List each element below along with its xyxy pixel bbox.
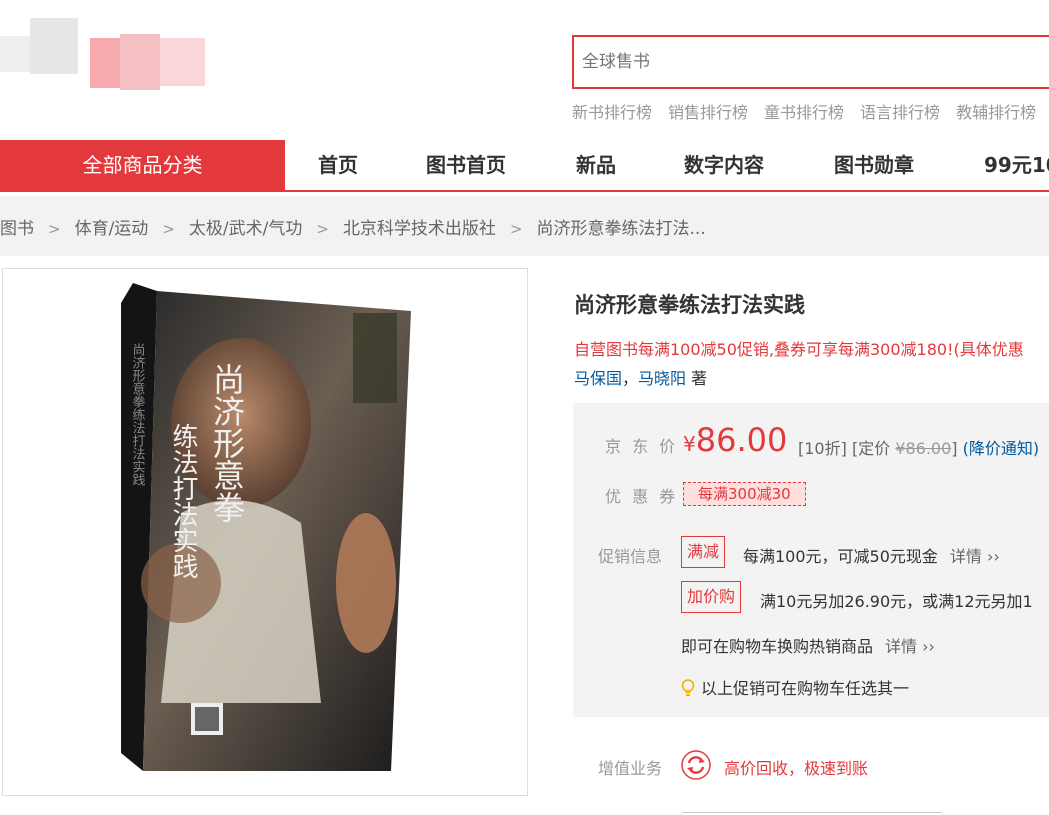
price-amount: 86.00	[695, 421, 788, 459]
nav-item-digital[interactable]: 数字内容	[684, 140, 764, 190]
promo-extra: 即可在购物车换购热销商品 详情 ››	[681, 633, 935, 657]
list-price: ¥86.00	[895, 439, 952, 458]
price-label: 京 东 价	[605, 437, 679, 456]
product-title: 尚济形意拳练法打法实践	[574, 293, 805, 317]
author-link[interactable]: 马晓阳	[638, 369, 686, 388]
promo-tip-text: 以上促销可在购物车任选其一	[701, 679, 910, 698]
promo-description: 每满100元，可减50元现金	[743, 547, 938, 566]
chevron-right-icon: >	[316, 220, 329, 238]
promo-text: 每满100元，可减50元现金 详情 ››	[743, 543, 1000, 567]
coupon-label: 优 惠 券	[605, 487, 679, 506]
logo-blur-block	[30, 18, 78, 74]
search-box[interactable]	[572, 35, 1049, 89]
breadcrumb-item[interactable]: 体育/运动	[75, 219, 149, 239]
breadcrumb: 图书 > 体育/运动 > 太极/武术/气功 > 北京科学技术出版社 > 尚济形意拳练法打法...	[0, 214, 706, 239]
promo-slogan: 自营图书每满100减50促销,叠券可享每满300减180!(具体优惠	[574, 340, 1024, 359]
value-added-label: 增值业务	[598, 759, 663, 778]
price-box: 京 东 价 ¥86.00 [10折] [定价 ¥86.00] (降价通知) 优 …	[573, 403, 1049, 717]
promo-tag-add-on: 加价购	[681, 581, 742, 613]
coupon-badge[interactable]: 每满300减30	[683, 482, 806, 506]
chevron-right-icon: >	[48, 220, 61, 238]
trade-in-link[interactable]: 高价回收，极速到账	[724, 755, 868, 779]
promo-extra-text: 即可在购物车换购热销商品	[681, 637, 874, 656]
nav-item-medals[interactable]: 图书勋章	[834, 140, 914, 190]
price-value: ¥86.00	[683, 421, 787, 459]
price-extra: [10折] [定价 ¥86.00] (降价通知)	[798, 435, 1039, 459]
promotion-label: 促销信息	[598, 547, 663, 566]
hot-link[interactable]: 语言排行榜	[860, 99, 940, 123]
breadcrumb-item[interactable]: 北京科学技术出版社	[343, 219, 496, 239]
all-categories-button[interactable]: 全部商品分类	[0, 140, 285, 190]
nav-item-home[interactable]: 首页	[318, 140, 358, 190]
hot-link[interactable]: 教辅排行榜	[956, 99, 1036, 123]
breadcrumb-item-current: 尚济形意拳练法打法...	[536, 219, 706, 239]
search-input[interactable]	[574, 37, 1049, 87]
nav-item-99-deal[interactable]: 99元10件	[984, 140, 1049, 190]
hot-links: 新书排行榜 销售排行榜 童书排行榜 语言排行榜 教辅排行榜	[572, 99, 1036, 123]
logo-blur-block	[90, 38, 120, 88]
chevron-right-icon: >	[162, 220, 175, 238]
breadcrumb-item[interactable]: 太极/武术/气功	[189, 219, 302, 239]
logo-blur-block	[0, 36, 30, 72]
main-nav: 全部商品分类 首页 图书首页 新品 数字内容 图书勋章 99元10件	[0, 140, 1049, 192]
promo-detail-link[interactable]: 详情 ››	[950, 547, 1000, 566]
chevron-right-icon: >	[509, 220, 523, 238]
site-logo[interactable]	[0, 18, 220, 90]
lightbulb-icon	[681, 679, 695, 696]
discount-rate: [10折]	[798, 439, 847, 458]
book-spine-text: 尚济形意拳练法打法实践	[130, 343, 146, 486]
price-drop-notify-link[interactable]: (降价通知)	[963, 439, 1040, 458]
promo-tag-full-reduction: 满减	[681, 536, 726, 568]
recycle-icon	[681, 750, 711, 780]
breadcrumb-item[interactable]: 图书	[0, 219, 34, 239]
currency-symbol: ¥	[683, 432, 696, 456]
product-image-frame[interactable]: 尚济形意拳 练法打法实践 尚济形意拳练法打法实践	[2, 268, 528, 796]
hot-link[interactable]: 童书排行榜	[764, 99, 844, 123]
nav-item-books-home[interactable]: 图书首页	[426, 140, 506, 190]
list-price-close: ]	[951, 439, 958, 458]
hot-link[interactable]: 新书排行榜	[572, 99, 652, 123]
promo-extra-detail-link[interactable]: 详情 ››	[885, 637, 935, 656]
hot-link[interactable]: 销售排行榜	[668, 99, 748, 123]
promo-tip: 以上促销可在购物车任选其一	[681, 675, 909, 699]
book-cover-subtitle: 练法打法实践	[168, 423, 198, 579]
list-price-label: [定价	[851, 439, 891, 458]
book-cover-image: 尚济形意拳 练法打法实践 尚济形意拳练法打法实践	[121, 283, 411, 771]
promo-description: 满10元另加26.90元，或满12元另加1	[760, 592, 1033, 611]
author-suffix: 著	[691, 369, 708, 388]
logo-blur-block	[160, 38, 205, 86]
logo-blur-block	[120, 34, 160, 90]
breadcrumb-bar: 图书 > 体育/运动 > 太极/武术/气功 > 北京科学技术出版社 > 尚济形意拳练法打法...	[0, 196, 1049, 256]
nav-item-new[interactable]: 新品	[576, 140, 616, 190]
author-line: 马保国，马晓阳 著	[574, 369, 708, 388]
author-link[interactable]: 马保国	[574, 369, 622, 388]
book-cover-title: 尚济形意拳	[208, 363, 246, 523]
